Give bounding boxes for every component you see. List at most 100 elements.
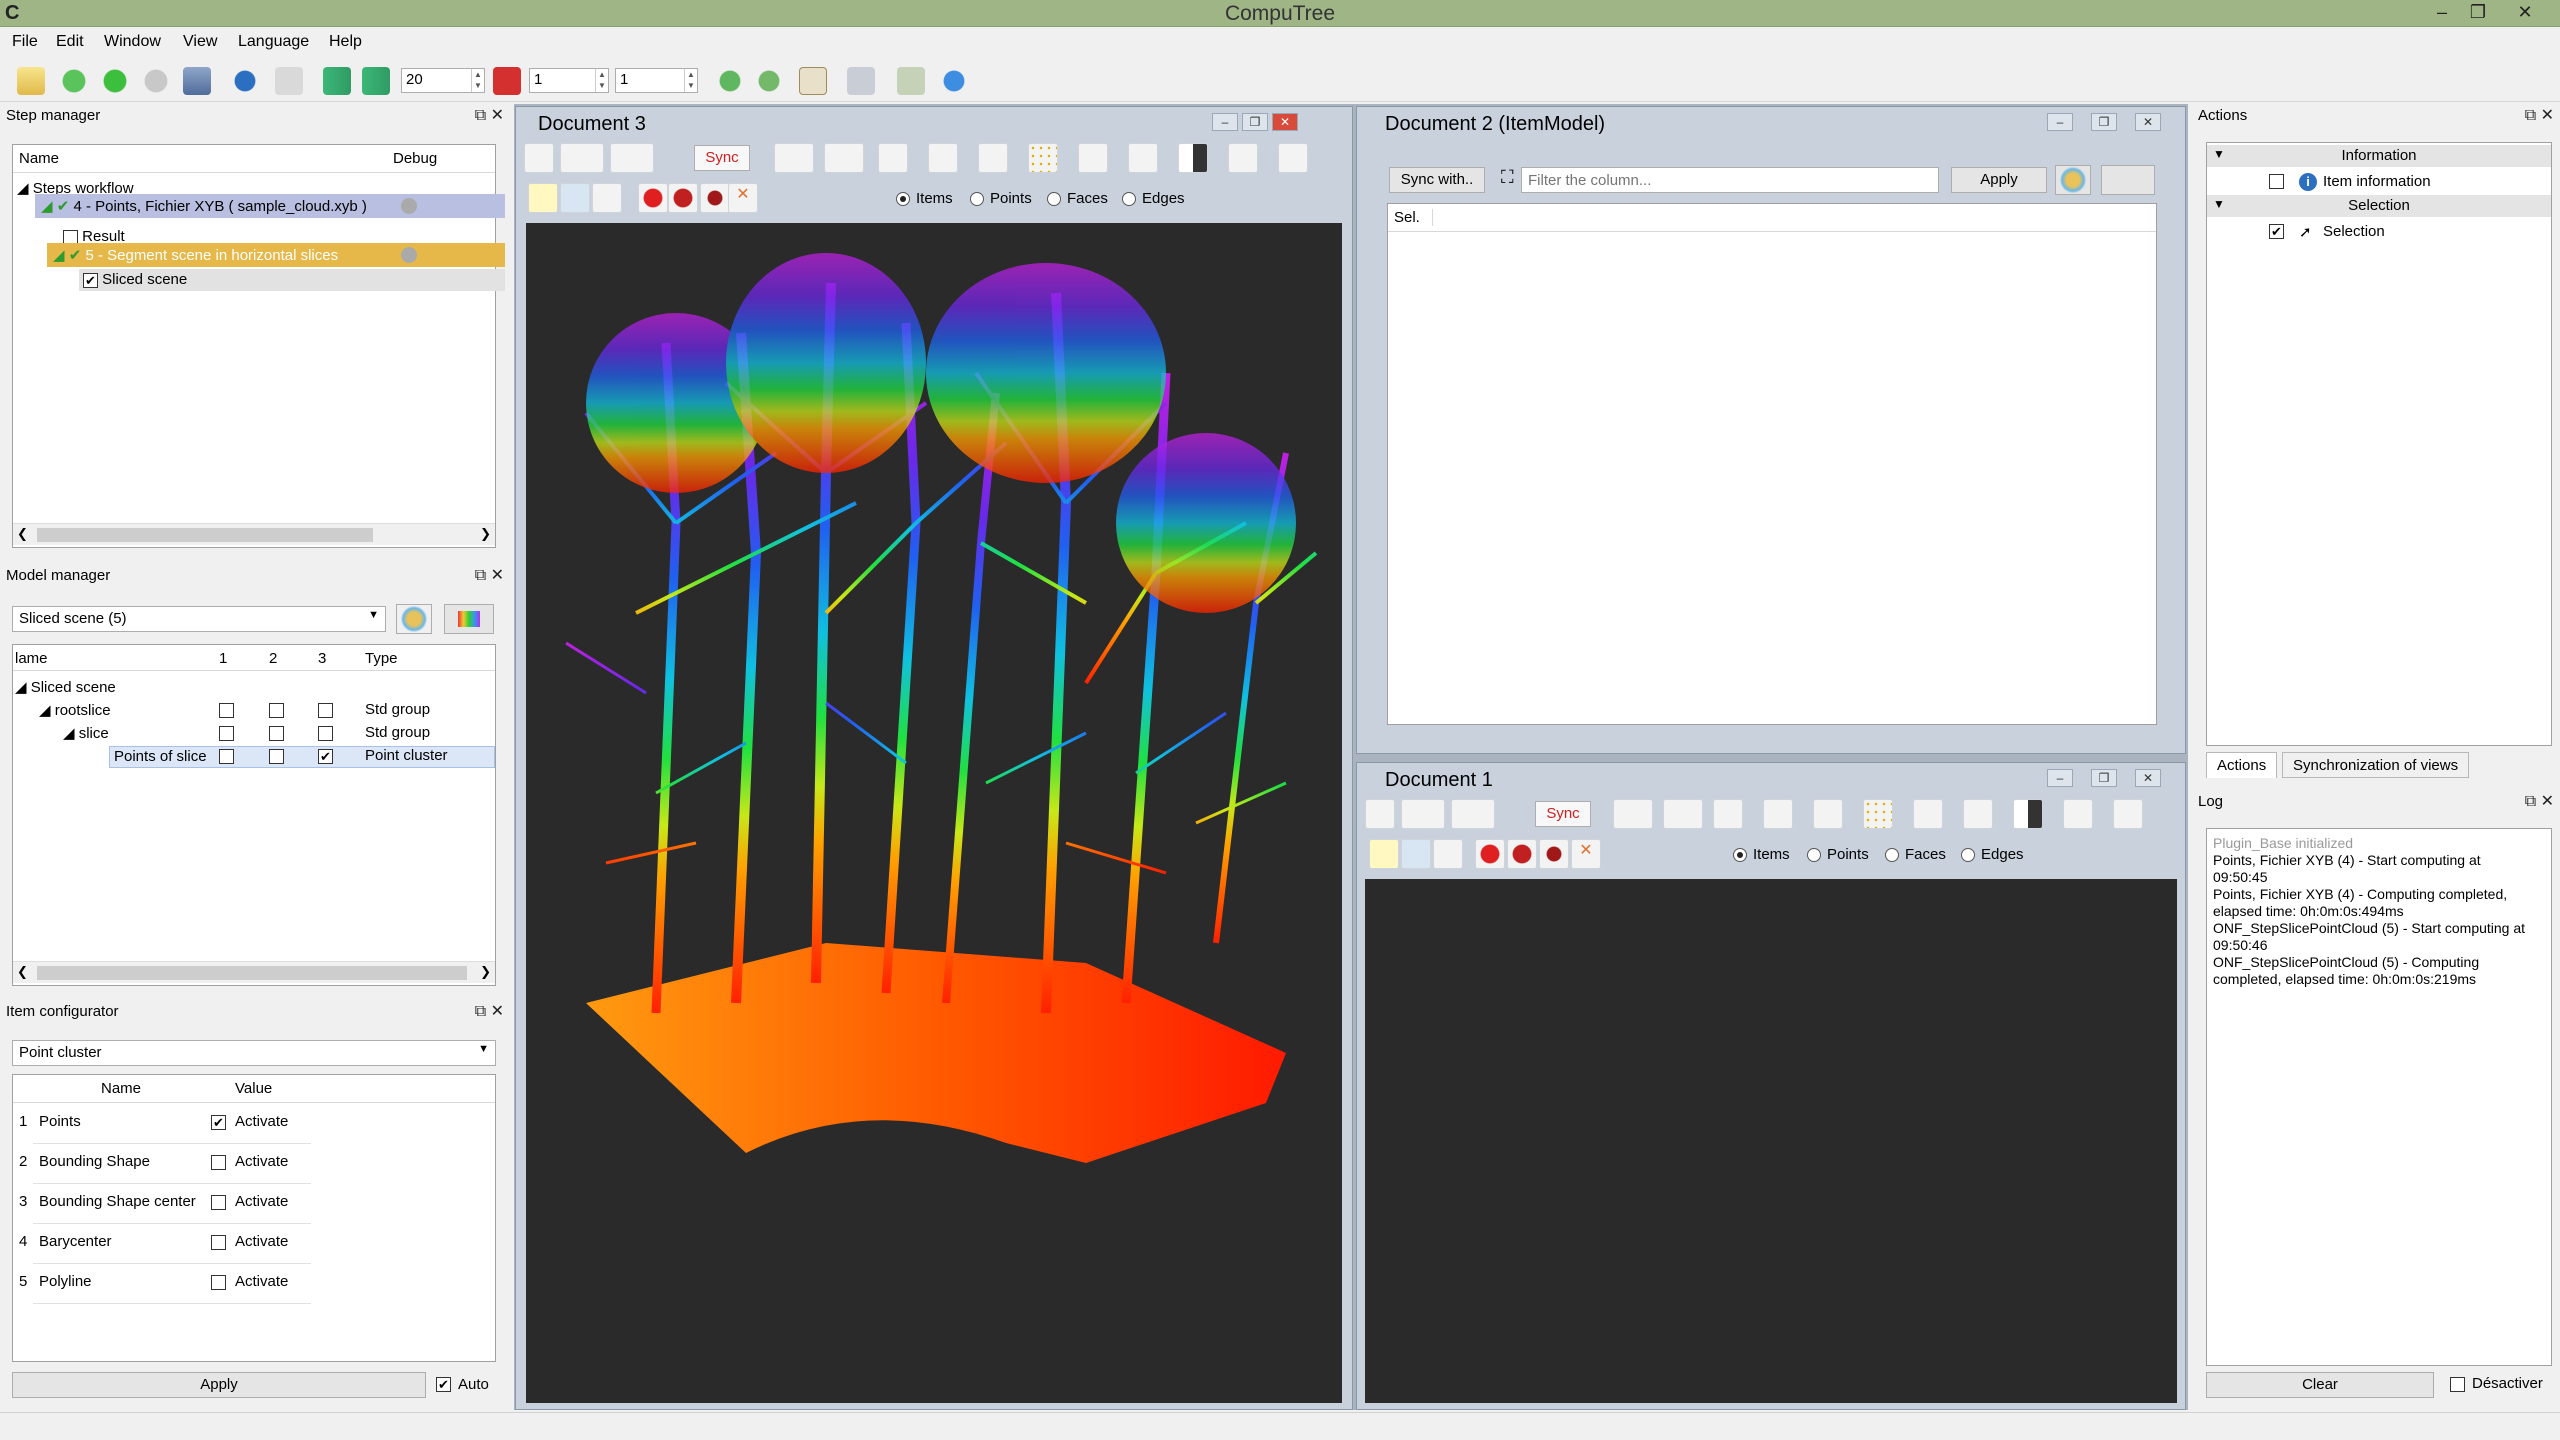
- filter-input[interactable]: [1521, 167, 1939, 193]
- 3d-viewport[interactable]: [1365, 879, 2177, 1403]
- step-4-row[interactable]: ◢ ✔ 4 - Points, Fichier XYB ( sample_clo…: [35, 194, 505, 218]
- sliced-scene-checkbox[interactable]: ✔: [83, 272, 98, 288]
- dock-controls[interactable]: ⧉ ✕: [2525, 105, 2554, 125]
- step-5-row[interactable]: ◢ ✔ 5 - Segment scene in horizontal slic…: [47, 243, 505, 267]
- selection-section-header[interactable]: ▼ Selection: [2207, 195, 2551, 217]
- faces-radio[interactable]: [1047, 192, 1061, 206]
- activate-checkbox[interactable]: ✔: [211, 1115, 226, 1130]
- add-step-icon[interactable]: [60, 67, 88, 95]
- view-2-checkbox[interactable]: [269, 703, 284, 718]
- step-count-spinbox[interactable]: 20 ▲ ▼: [401, 68, 485, 93]
- expand-arrow-icon[interactable]: ◢: [15, 679, 31, 696]
- fit-view-icon[interactable]: [1078, 143, 1108, 173]
- spin-arrows-icon[interactable]: ▲ ▼: [471, 69, 484, 92]
- view-3-checkbox[interactable]: ✔: [318, 749, 333, 764]
- dock-controls[interactable]: ⧉ ✕: [475, 1001, 504, 1021]
- open-project-icon[interactable]: [17, 67, 45, 95]
- select-intersect-icon[interactable]: [1539, 839, 1569, 869]
- select-add-icon[interactable]: [1401, 839, 1431, 869]
- contrast-icon[interactable]: [2013, 799, 2043, 829]
- swap-icon[interactable]: [2113, 799, 2143, 829]
- col-sel-header[interactable]: Sel.: [1394, 209, 1433, 226]
- debug-toggle-icon[interactable]: [401, 247, 417, 263]
- menu-file[interactable]: File: [12, 33, 38, 51]
- activate-checkbox[interactable]: [211, 1155, 226, 1170]
- col-debug-header[interactable]: Debug: [393, 150, 437, 167]
- scroll-right-icon[interactable]: ❯: [480, 964, 491, 980]
- col-value-header[interactable]: Value: [235, 1080, 272, 1097]
- items-radio[interactable]: [896, 192, 910, 206]
- collapse-arrow-icon[interactable]: ▼: [2213, 197, 2225, 211]
- record-icon[interactable]: [493, 67, 521, 95]
- activate-checkbox[interactable]: [211, 1275, 226, 1290]
- scrollbar-thumb[interactable]: [37, 966, 467, 980]
- visibility-icon[interactable]: [1663, 799, 1703, 829]
- debug-toggle-icon[interactable]: [401, 198, 417, 214]
- select-replace-icon[interactable]: [1475, 839, 1505, 869]
- clean-icon[interactable]: [897, 67, 925, 95]
- select-add-icon[interactable]: [560, 183, 590, 213]
- doc-close-button[interactable]: ✕: [2135, 113, 2161, 131]
- tab-synchronization[interactable]: Synchronization of views: [2282, 752, 2470, 778]
- deselect-icon[interactable]: ✕: [1571, 839, 1601, 869]
- minimize-button[interactable]: –: [2422, 0, 2462, 27]
- 3d-viewport[interactable]: [526, 223, 1342, 1403]
- log-text-area[interactable]: Plugin_Base initialized Points, Fichier …: [2206, 828, 2552, 1366]
- view-3d-icon[interactable]: [524, 143, 554, 173]
- camera-dropdown[interactable]: [1613, 799, 1653, 829]
- select-replace-icon[interactable]: [638, 183, 668, 213]
- export-icon[interactable]: [2063, 799, 2093, 829]
- dock-controls[interactable]: ⧉ ✕: [475, 105, 504, 125]
- sync-button[interactable]: Sync: [1535, 801, 1591, 827]
- menu-edit[interactable]: Edit: [56, 33, 84, 51]
- stop-icon[interactable]: [142, 67, 170, 95]
- doc-close-button[interactable]: ✕: [2135, 769, 2161, 787]
- grid-icon[interactable]: [1028, 143, 1058, 173]
- clear-log-button[interactable]: Clear: [2206, 1372, 2434, 1398]
- horizontal-scrollbar[interactable]: ❮ ❯: [13, 961, 495, 983]
- dock-controls[interactable]: ⧉ ✕: [2525, 791, 2554, 811]
- gradient-button[interactable]: [444, 604, 494, 634]
- tree-row[interactable]: ◢ rootslice: [39, 701, 111, 719]
- item-type-combo[interactable]: Point cluster ▼: [12, 1040, 496, 1066]
- menu-view[interactable]: View: [183, 33, 217, 51]
- interval-spinbox[interactable]: 1 ▲ ▼: [615, 68, 698, 93]
- fit-view-icon[interactable]: [1913, 799, 1943, 829]
- desactiver-checkbox[interactable]: [2450, 1377, 2465, 1392]
- tree-row[interactable]: ◢ slice: [63, 724, 109, 742]
- help-icon[interactable]: [940, 67, 968, 95]
- view-3d-icon[interactable]: [1365, 799, 1395, 829]
- tools-icon[interactable]: [847, 67, 875, 95]
- info-icon[interactable]: [231, 67, 259, 95]
- col-type-header[interactable]: Type: [365, 650, 398, 667]
- collapse-arrow-icon[interactable]: ▼: [2213, 147, 2225, 161]
- tab-actions[interactable]: Actions: [2206, 752, 2278, 778]
- tools-icon[interactable]: [1128, 143, 1158, 173]
- dock-controls[interactable]: ⧉ ✕: [475, 565, 504, 585]
- deselect-icon[interactable]: ✕: [728, 183, 758, 213]
- plugin-icon[interactable]: [716, 67, 744, 95]
- maximize-button[interactable]: ❐: [2458, 0, 2498, 27]
- grid-icon[interactable]: [1863, 799, 1893, 829]
- scroll-right-icon[interactable]: ❯: [480, 526, 491, 542]
- spin-arrows-icon[interactable]: ▲ ▼: [595, 69, 608, 92]
- select-cursor-icon[interactable]: [1369, 839, 1399, 869]
- edges-radio[interactable]: [1961, 848, 1975, 862]
- swap-icon[interactable]: [1278, 143, 1308, 173]
- display-mode-dropdown[interactable]: [2101, 165, 2155, 195]
- select-intersect-icon[interactable]: [700, 183, 730, 213]
- tools-icon[interactable]: [1963, 799, 1993, 829]
- visibility-icon[interactable]: [824, 143, 864, 173]
- doc-minimize-button[interactable]: –: [1212, 113, 1238, 131]
- view-mode-dropdown[interactable]: [560, 143, 604, 173]
- col-1-header[interactable]: 1: [219, 650, 227, 667]
- point-size-large-icon[interactable]: [1813, 799, 1843, 829]
- view-3-checkbox[interactable]: [318, 726, 333, 741]
- view-3-checkbox[interactable]: [318, 703, 333, 718]
- menu-help[interactable]: Help: [329, 33, 362, 51]
- view-1-checkbox[interactable]: [219, 726, 234, 741]
- select-cursor-icon[interactable]: [528, 183, 558, 213]
- menu-window[interactable]: Window: [104, 33, 161, 51]
- faces-radio[interactable]: [1885, 848, 1899, 862]
- doc-restore-button[interactable]: ❐: [1242, 113, 1268, 131]
